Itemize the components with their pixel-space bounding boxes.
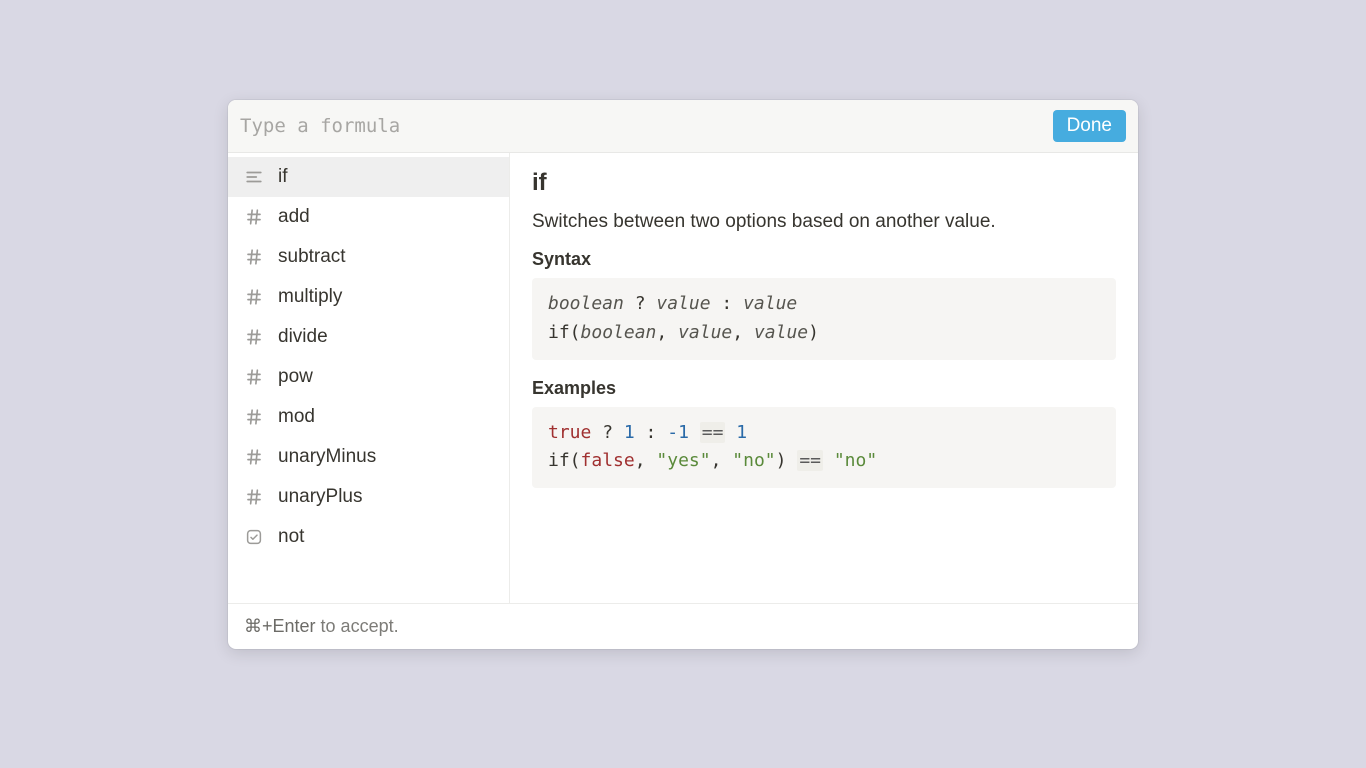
- formula-top-bar: Done: [228, 100, 1138, 153]
- detail-title: if: [532, 169, 1116, 197]
- hash-icon: [244, 207, 264, 227]
- function-item-mod[interactable]: mod: [228, 397, 509, 437]
- function-item-label: if: [278, 166, 288, 188]
- hash-icon: [244, 447, 264, 467]
- formula-body: if add subtract multiply divide pow mod unaryMi…: [228, 153, 1138, 603]
- function-item-divide[interactable]: divide: [228, 317, 509, 357]
- function-item-unaryPlus[interactable]: unaryPlus: [228, 477, 509, 517]
- examples-label: Examples: [532, 378, 1116, 399]
- hash-icon: [244, 407, 264, 427]
- function-item-label: unaryPlus: [278, 486, 363, 508]
- syntax-label: Syntax: [532, 249, 1116, 270]
- function-item-label: unaryMinus: [278, 446, 376, 468]
- function-item-pow[interactable]: pow: [228, 357, 509, 397]
- hash-icon: [244, 287, 264, 307]
- checkbox-icon: [244, 527, 264, 547]
- function-item-not[interactable]: not: [228, 517, 509, 557]
- examples-block: true ? 1 : -1 == 1 if(false, "yes", "no"…: [532, 407, 1116, 489]
- function-item-label: divide: [278, 326, 328, 348]
- function-detail: if Switches between two options based on…: [510, 153, 1138, 603]
- function-item-subtract[interactable]: subtract: [228, 237, 509, 277]
- footer-key: ⌘+Enter: [244, 616, 316, 636]
- function-item-label: multiply: [278, 286, 342, 308]
- done-button[interactable]: Done: [1053, 110, 1126, 142]
- hash-icon: [244, 367, 264, 387]
- function-item-add[interactable]: add: [228, 197, 509, 237]
- function-list[interactable]: if add subtract multiply divide pow mod unaryMi…: [228, 153, 510, 603]
- footer-rest: to accept.: [316, 616, 399, 636]
- function-item-label: subtract: [278, 246, 346, 268]
- syntax-block: boolean ? value : value if(boolean, valu…: [532, 278, 1116, 360]
- function-item-label: pow: [278, 366, 313, 388]
- function-item-multiply[interactable]: multiply: [228, 277, 509, 317]
- hash-icon: [244, 327, 264, 347]
- formula-panel: Done if add subtract multiply divide pow mod un…: [228, 100, 1138, 649]
- detail-description: Switches between two options based on an…: [532, 211, 1116, 233]
- footer-hint: ⌘+Enter to accept.: [228, 603, 1138, 649]
- formula-input[interactable]: [240, 115, 1053, 137]
- hash-icon: [244, 247, 264, 267]
- function-item-unaryMinus[interactable]: unaryMinus: [228, 437, 509, 477]
- function-item-if[interactable]: if: [228, 157, 509, 197]
- function-item-label: mod: [278, 406, 315, 428]
- function-item-label: not: [278, 526, 304, 548]
- hash-icon: [244, 487, 264, 507]
- align-icon: [244, 167, 264, 187]
- function-item-label: add: [278, 206, 310, 228]
